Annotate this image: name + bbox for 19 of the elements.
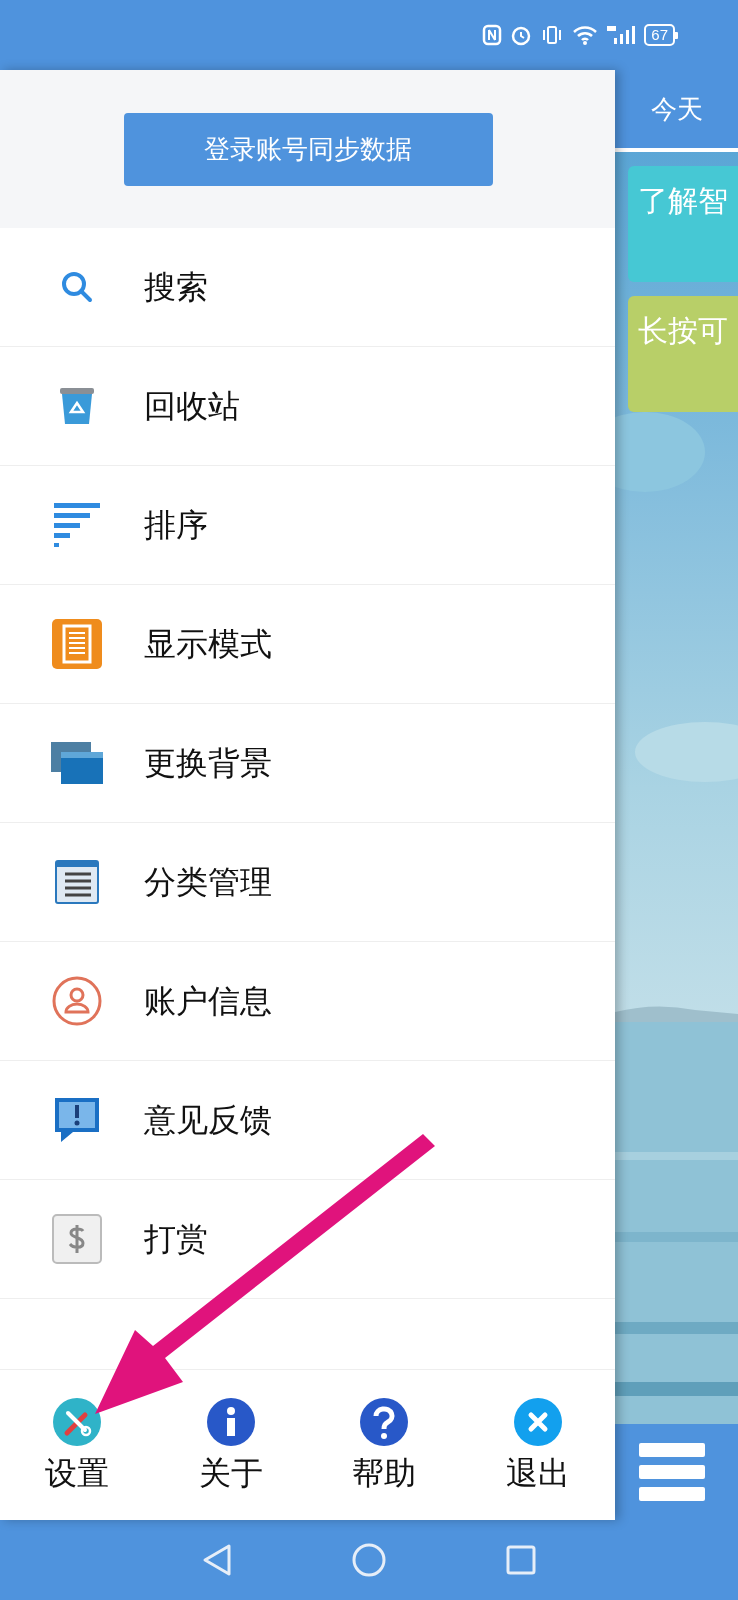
menu-item[interactable]: 显示模式 xyxy=(0,585,615,704)
menu-label: 回收站 xyxy=(144,387,240,426)
action-button[interactable]: 帮助 xyxy=(307,1397,462,1493)
menu-item[interactable]: 更换背景 xyxy=(0,704,615,823)
menu-label: 意见反馈 xyxy=(144,1101,272,1140)
menu-item[interactable]: 排序 xyxy=(0,466,615,585)
action-button[interactable]: 退出 xyxy=(461,1397,615,1493)
menu-item[interactable]: 账户信息 xyxy=(0,942,615,1061)
menu-label: 分类管理 xyxy=(144,863,272,902)
battery-level: 67 xyxy=(644,24,675,46)
menu-label: 排序 xyxy=(144,506,208,545)
menu-label: 账户信息 xyxy=(144,982,272,1021)
menu-item[interactable]: 分类管理 xyxy=(0,823,615,942)
action-button[interactable]: 关于 xyxy=(153,1397,308,1493)
menu-label: 打赏 xyxy=(144,1220,208,1259)
menu-label: 显示模式 xyxy=(144,625,272,664)
menu-item[interactable]: 回收站 xyxy=(0,347,615,466)
menu-label: 更换背景 xyxy=(144,744,272,783)
menu-label: 搜索 xyxy=(144,268,208,307)
